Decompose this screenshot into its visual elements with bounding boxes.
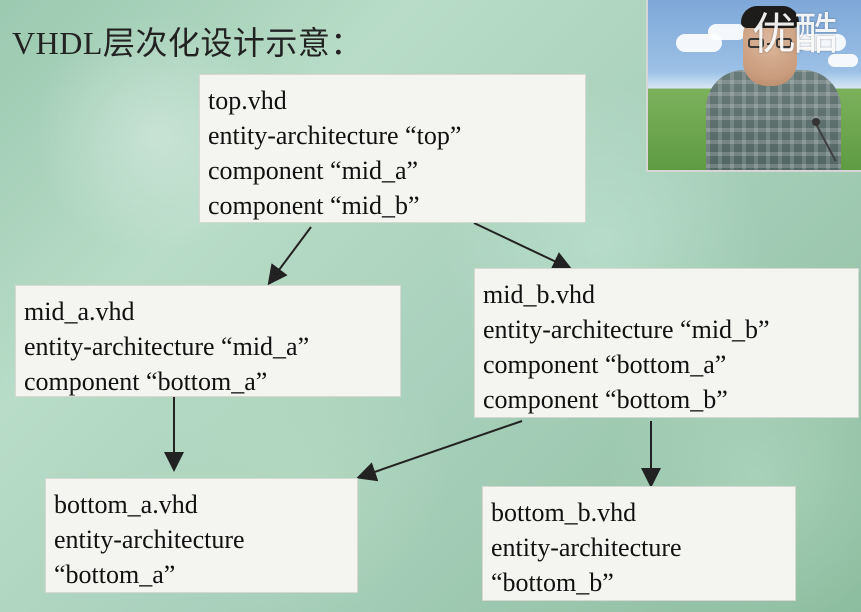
mid-a-module-box: mid_a.vhd entity-architecture “mid_a” co… — [15, 285, 401, 397]
bottom-a-file-name: bottom_a.vhd — [54, 490, 198, 519]
bottom-a-architecture-name: “bottom_a” — [54, 560, 176, 589]
mid-a-file-name: mid_a.vhd — [24, 297, 135, 326]
mid-b-component-bottom-a: component “bottom_a” — [483, 350, 727, 379]
mid-b-file-name: mid_b.vhd — [483, 280, 595, 309]
arrow-top-to-mid-b — [473, 222, 573, 271]
mid-b-component-bottom-b: component “bottom_b” — [483, 385, 728, 414]
arrow-top-to-mid-a — [267, 226, 312, 286]
slide-title: VHDL层次化设计示意： — [12, 25, 363, 61]
bottom-b-entity-architecture: entity-architecture — [491, 533, 682, 562]
slide: VHDL层次化设计示意： top.vhd entity-architecture… — [0, 0, 861, 612]
top-component-mid-b: component “mid_b” — [208, 191, 420, 220]
cloud-shape — [708, 24, 746, 40]
bottom-b-module-box: bottom_b.vhd entity-architecture “bottom… — [482, 486, 796, 601]
mid-a-entity-architecture: entity-architecture “mid_a” — [24, 332, 310, 361]
bottom-a-entity-architecture: entity-architecture — [54, 525, 245, 554]
bottom-b-architecture-name: “bottom_b” — [491, 568, 614, 597]
mid-a-component-bottom-a: component “bottom_a” — [24, 367, 268, 396]
top-module-box: top.vhd entity-architecture “top” compon… — [199, 74, 586, 223]
arrow-mid-b-to-bottom-a — [356, 420, 523, 482]
presenter-video-overlay: 优酷 — [646, 0, 861, 172]
top-component-mid-a: component “mid_a” — [208, 156, 419, 185]
top-entity-architecture: entity-architecture “top” — [208, 121, 462, 150]
mid-b-module-box: mid_b.vhd entity-architecture “mid_b” co… — [474, 268, 859, 418]
bottom-b-file-name: bottom_b.vhd — [491, 498, 637, 527]
microphone-icon — [812, 118, 820, 126]
mid-b-entity-architecture: entity-architecture “mid_b” — [483, 315, 770, 344]
bottom-a-module-box: bottom_a.vhd entity-architecture “bottom… — [45, 478, 358, 593]
top-file-name: top.vhd — [208, 86, 287, 115]
video-watermark: 优酷 — [752, 10, 838, 59]
